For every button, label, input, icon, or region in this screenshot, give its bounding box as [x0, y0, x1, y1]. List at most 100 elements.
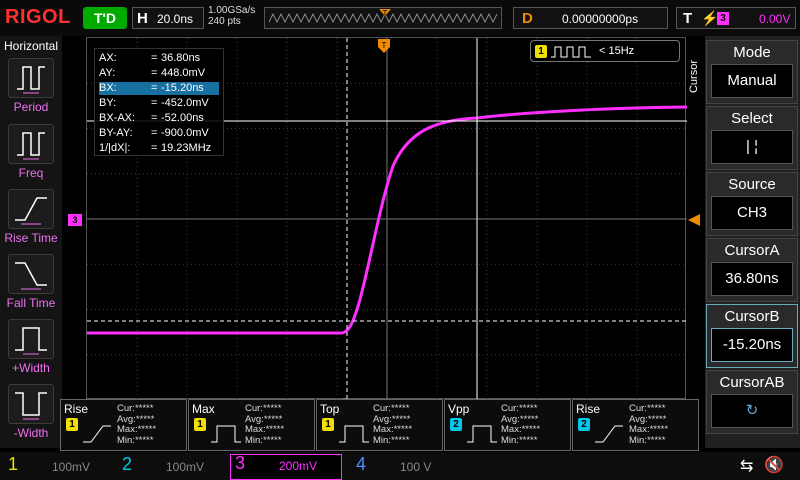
usb-icon: ⇆: [740, 458, 754, 475]
measurement-values: Cur:***** Avg:***** Max:***** Min:*****: [501, 403, 541, 446]
pos-width-label: +Width: [12, 361, 50, 375]
memory-depth: 240 pts: [208, 16, 241, 27]
cursor-b-softkey[interactable]: CursorB -15.20ns: [706, 304, 798, 368]
cursor-readout-row-selected: BX: = -15.20ns: [99, 82, 219, 95]
mode-title: Mode: [733, 44, 771, 61]
freq-label: Freq: [18, 166, 44, 180]
ch2-tab[interactable]: 2 100mV: [118, 454, 228, 478]
fall-time-icon: [15, 262, 47, 290]
trigger-level: 0.00V: [759, 12, 791, 26]
measurement-channel-badge: 2: [450, 418, 462, 431]
top-icon: [339, 425, 369, 443]
frequency-counter: 1 < 15Hz: [530, 40, 680, 62]
timebase-value: 20.0ns: [157, 12, 194, 26]
channel-scale: 100mV: [166, 460, 205, 474]
measurement-channel-badge: 2: [578, 418, 590, 431]
trigger-channel-badge: 3: [717, 12, 729, 25]
channel-number: 3: [235, 453, 246, 473]
measurement-slot[interactable]: Vpp 2 Cur:***** Avg:***** Max:***** Min:***…: [444, 399, 571, 451]
svg-text:T: T: [382, 41, 387, 50]
ch4-tab[interactable]: 4 100 V: [352, 454, 462, 478]
ch1-badge: 1: [535, 45, 547, 58]
measurement-channel-badge: 1: [322, 418, 334, 431]
channel-number: 2: [122, 454, 133, 474]
measurement-name: Rise: [64, 402, 89, 416]
measurement-name: Top: [320, 402, 340, 416]
trigger-box[interactable]: T ⚡ 3 0.00V: [676, 7, 796, 29]
channel-scale: 100 V: [400, 460, 432, 474]
top-status-bar: RIGOL T'D H 20.0ns 1.00GSa/s 240 pts T D…: [0, 0, 800, 36]
ch3-offset-marker[interactable]: 3: [68, 214, 82, 226]
neg-width-label: -Width: [13, 426, 49, 440]
knob-rotate-icon: ↻: [711, 394, 793, 428]
cursor-b-title: CursorB: [724, 308, 780, 325]
source-softkey[interactable]: Source CH3: [706, 172, 798, 236]
sample-rate: 1.00GSa/s: [208, 5, 256, 16]
channel-number: 4: [356, 454, 367, 474]
left-panel-title: Horizontal: [3, 39, 59, 53]
sample-info: 1.00GSa/s 240 pts: [208, 5, 255, 27]
freq-icon: [17, 132, 45, 160]
cursor-b-value: -15.20ns: [711, 328, 793, 362]
waveform-memory-bar: T: [264, 7, 502, 29]
vpp-icon: [467, 425, 497, 443]
period-icon: [17, 66, 45, 94]
rise-time-icon: [595, 425, 623, 443]
ch3-tab-active[interactable]: 3 200mV: [230, 453, 342, 480]
neg-width-icon: [15, 392, 47, 420]
source-value: CH3: [711, 196, 793, 230]
delay-letter: D: [522, 10, 533, 27]
measurement-values: Cur:***** Avg:***** Max:***** Min:*****: [245, 403, 285, 446]
cursor-readout-box: AX: = 36.80ns AY: = 448.0mV BX: = -15.20ns BY:…: [94, 48, 224, 156]
horizontal-letter: H: [137, 10, 148, 27]
delay-box[interactable]: D 0.00000000ps: [513, 7, 668, 29]
measurement-name: Rise: [576, 402, 601, 416]
pos-width-button[interactable]: [8, 319, 54, 359]
neg-width-button[interactable]: [8, 384, 54, 424]
horizontal-timebase-box[interactable]: H 20.0ns: [132, 7, 204, 29]
fall-time-button[interactable]: [8, 254, 54, 294]
period-button[interactable]: [8, 58, 54, 98]
cursor-a-title: CursorA: [724, 242, 780, 259]
speaker-muted-icon[interactable]: 🔇: [764, 455, 784, 475]
fall-time-label: Fall Time: [6, 296, 56, 310]
period-label: Period: [13, 100, 49, 114]
measurement-channel-badge: 1: [194, 418, 206, 431]
measurement-slot[interactable]: Top 1 Cur:***** Avg:***** Max:***** Min:***…: [316, 399, 443, 451]
select-value: | ¦: [711, 130, 793, 164]
rise-time-icon: [83, 425, 111, 443]
source-title: Source: [728, 176, 776, 193]
measurement-slot[interactable]: Rise 2 Cur:***** Avg:***** Max:***** Min:**…: [572, 399, 699, 451]
cursor-a-softkey[interactable]: CursorA 36.80ns: [706, 238, 798, 302]
cursor-ab-title: CursorAB: [719, 374, 785, 391]
freq-button[interactable]: [8, 124, 54, 164]
ch1-tab[interactable]: 1 100mV: [4, 454, 114, 478]
cursor-ab-softkey[interactable]: CursorAB ↻: [706, 370, 798, 434]
rigol-logo: RIGOL: [5, 6, 71, 28]
select-softkey[interactable]: Select | ¦: [706, 106, 798, 170]
channel-scale: 200mV: [279, 459, 318, 473]
frequency-value: < 15Hz: [599, 45, 635, 57]
cursor-a-value: 36.80ns: [711, 262, 793, 296]
mode-value: Manual: [711, 64, 793, 98]
rise-time-label: Rise Time: [4, 231, 58, 245]
cursor-menu-title: Cursor: [688, 60, 700, 94]
horizontal-measure-panel: Horizontal Period Freq Rise Time Fall Ti…: [0, 36, 62, 448]
mode-softkey[interactable]: Mode Manual: [706, 40, 798, 104]
channel-scale: 100mV: [52, 460, 91, 474]
measurement-name: Max: [192, 402, 215, 416]
memory-waveform-icon: T: [268, 9, 498, 24]
trigger-letter: T: [683, 10, 693, 27]
rise-time-icon: [15, 197, 47, 225]
trigger-level-marker[interactable]: [688, 214, 700, 226]
channel-number: 1: [8, 454, 19, 474]
trigger-position-marker[interactable]: T: [378, 39, 390, 60]
measurement-values: Cur:***** Avg:***** Max:***** Min:*****: [629, 403, 669, 446]
measurement-slot[interactable]: Rise 1 Cur:***** Avg:***** Max:***** Min:**…: [60, 399, 187, 451]
select-title: Select: [731, 110, 773, 127]
measurement-channel-badge: 1: [66, 418, 78, 431]
measurement-name: Vpp: [448, 402, 470, 416]
measurement-values: Cur:***** Avg:***** Max:***** Min:*****: [373, 403, 413, 446]
rise-time-button[interactable]: [8, 189, 54, 229]
measurement-slot[interactable]: Max 1 Cur:***** Avg:***** Max:***** Min:***…: [188, 399, 315, 451]
